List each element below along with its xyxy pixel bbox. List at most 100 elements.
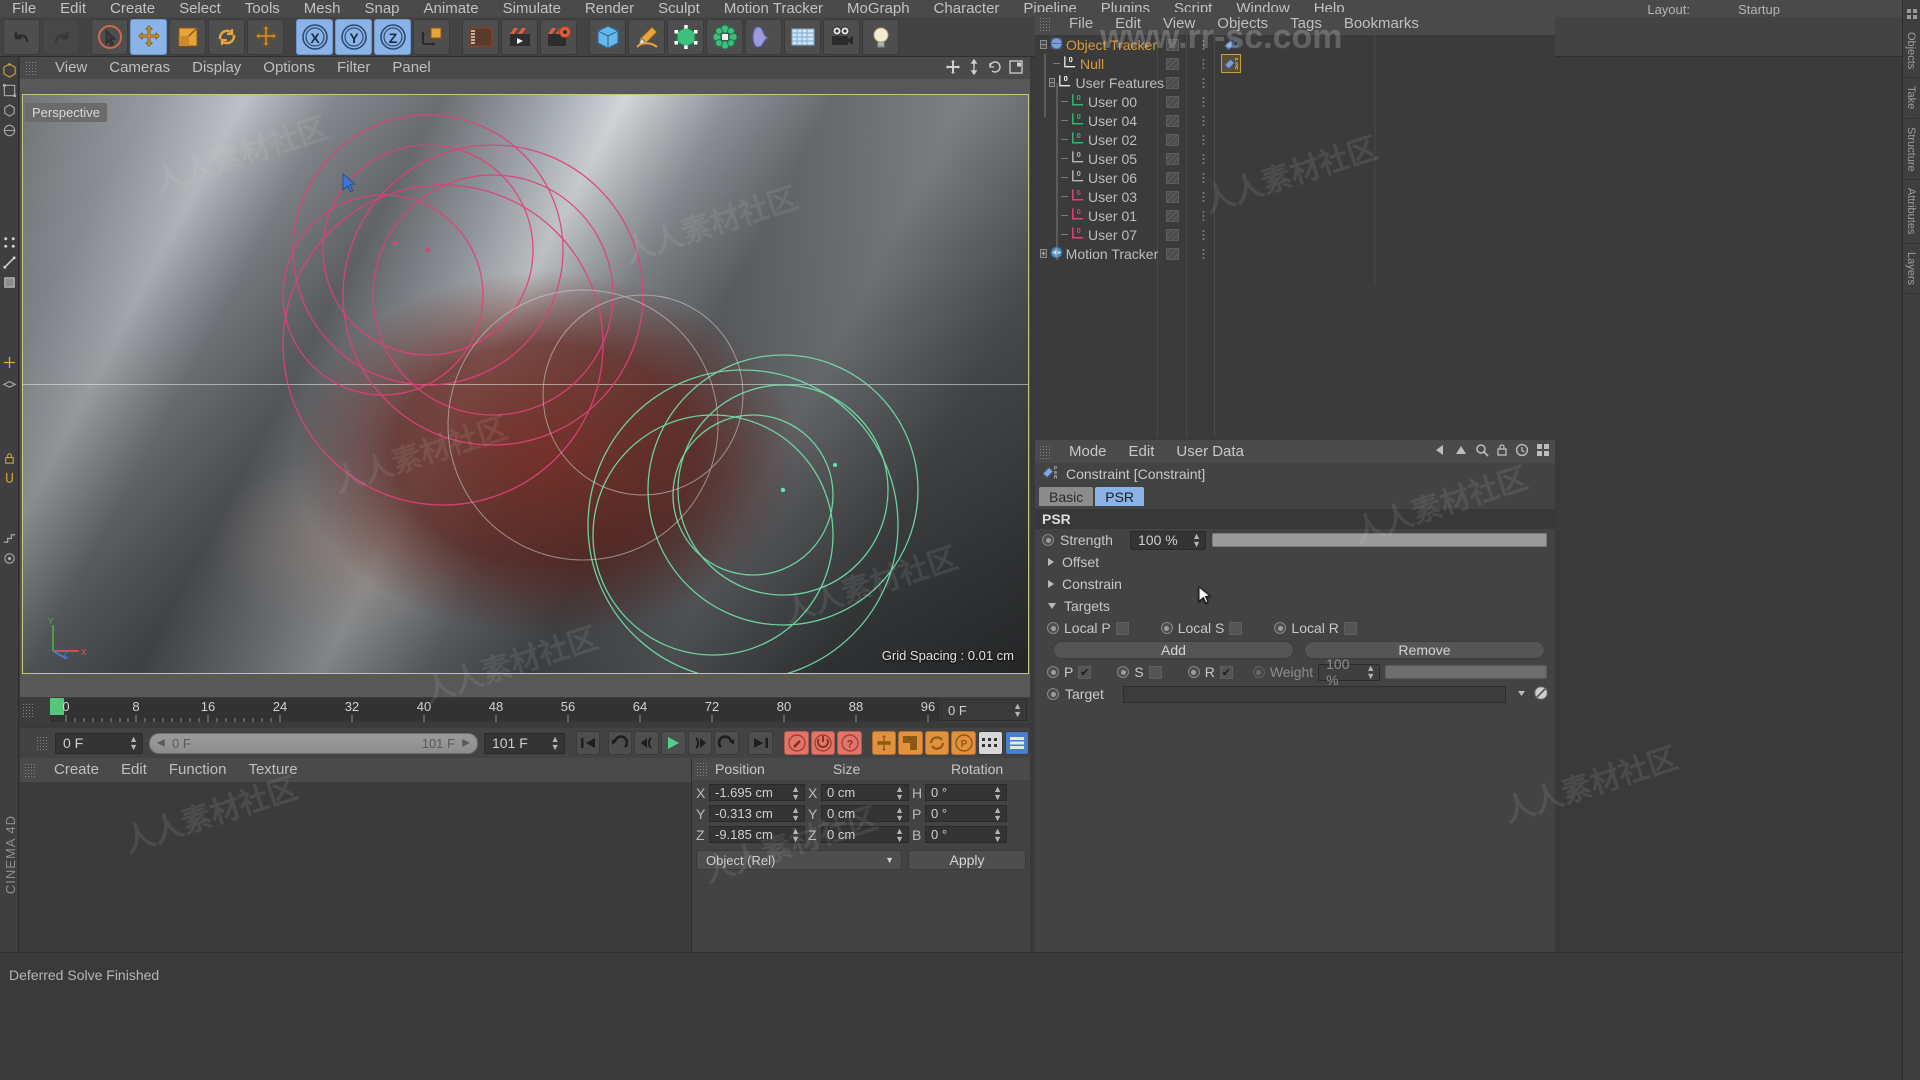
- viewport-move-icon[interactable]: [945, 59, 961, 79]
- rotation-input-p[interactable]: 0 ° ▲ ▼: [925, 805, 1007, 822]
- rotation-input-h[interactable]: 0 ° ▲ ▼: [925, 784, 1007, 801]
- play-button[interactable]: [660, 731, 686, 755]
- move-dup-icon[interactable]: [247, 18, 284, 55]
- menu-item-character[interactable]: Character: [922, 0, 1012, 17]
- viewport-menu-cameras[interactable]: Cameras: [98, 57, 181, 79]
- visibility-cell[interactable]: [1158, 206, 1186, 225]
- layer-dots-icon[interactable]: [1202, 152, 1205, 165]
- layer-dots-icon[interactable]: [1202, 95, 1205, 108]
- layer-dots-icon[interactable]: [1202, 57, 1205, 70]
- animation-layers-button[interactable]: [1004, 731, 1030, 755]
- right-tab-take[interactable]: Take: [1903, 78, 1919, 119]
- main-menu-bar[interactable]: File Edit Create Select Tools Mesh Snap …: [0, 0, 1920, 17]
- object-mode-icon[interactable]: [1, 101, 18, 120]
- menu-item-select[interactable]: Select: [167, 0, 233, 17]
- model-mode-icon[interactable]: [1, 81, 18, 100]
- record-active-objects-button[interactable]: [784, 731, 809, 755]
- menu-item-mograph[interactable]: MoGraph: [835, 0, 922, 17]
- coordinate-manager[interactable]: Position Size Rotation X -1.695 cm ▲ ▼ X …: [692, 758, 1030, 952]
- timeline-ruler[interactable]: 0 8 16 24 32 40 48 56 64 72 80 88 96: [50, 698, 940, 722]
- strength-spinner[interactable]: ▲ ▼: [1192, 532, 1201, 549]
- weight-input[interactable]: 100 % ▲ ▼: [1318, 656, 1381, 688]
- menu-item-create[interactable]: Create: [98, 0, 167, 17]
- render-region-icon[interactable]: [501, 18, 538, 55]
- layer-dots-icon[interactable]: [1202, 209, 1205, 222]
- local-r-checkbox[interactable]: [1343, 621, 1357, 635]
- render-settings-icon[interactable]: [540, 18, 577, 55]
- object-menu-tags[interactable]: Tags: [1279, 11, 1333, 37]
- attribute-menu-user-data[interactable]: User Data: [1165, 440, 1255, 463]
- object-row-motion-tracker[interactable]: + Motion Tracker: [1035, 244, 1158, 263]
- viewport-menu-filter[interactable]: Filter: [326, 57, 381, 79]
- tag-row[interactable]: PSR: [1215, 54, 1555, 73]
- toolbar-group-undo[interactable]: [2, 18, 80, 55]
- dots-cell[interactable]: [1187, 149, 1214, 168]
- object-row-object-tracker[interactable]: – Object Tracker: [1035, 35, 1157, 54]
- visibility-toggle-icon[interactable]: [1165, 209, 1179, 222]
- attribute-tab-strip[interactable]: Basic PSR: [1035, 485, 1555, 506]
- point-mode-icon[interactable]: [1, 233, 18, 252]
- layer-dots-icon[interactable]: [1202, 38, 1205, 51]
- group-targets[interactable]: Targets: [1035, 595, 1555, 617]
- object-row-user-03[interactable]: 0 User 03: [1035, 187, 1157, 206]
- dots-cell[interactable]: [1187, 187, 1214, 206]
- constraint-tag-icon[interactable]: [1221, 35, 1241, 54]
- layer-dots-icon[interactable]: [1202, 133, 1205, 146]
- dots-cell[interactable]: [1187, 244, 1214, 263]
- undo-icon[interactable]: [3, 18, 40, 55]
- array-icon[interactable]: [706, 18, 743, 55]
- chevron-right-icon[interactable]: [1048, 558, 1054, 566]
- apply-button[interactable]: Apply: [908, 850, 1026, 870]
- visibility-toggle-icon[interactable]: [1165, 95, 1179, 108]
- weight-slider[interactable]: [1385, 665, 1547, 679]
- object-menu-bookmarks[interactable]: Bookmarks: [1333, 11, 1430, 37]
- size-input-z[interactable]: 0 cm ▲ ▼: [821, 826, 909, 843]
- size-input-x[interactable]: 0 cm ▲ ▼: [821, 784, 909, 801]
- viewport-scale-icon[interactable]: [966, 58, 982, 79]
- local-s-radio-icon[interactable]: [1160, 622, 1173, 634]
- object-menu-objects[interactable]: Objects: [1206, 11, 1279, 37]
- object-row-user-features[interactable]: – 0 User Features: [1035, 73, 1164, 92]
- layer-dots-icon[interactable]: [1202, 171, 1205, 184]
- dots-cell[interactable]: [1187, 92, 1214, 111]
- menu-item-simulate[interactable]: Simulate: [491, 0, 573, 17]
- dots-cell[interactable]: [1187, 73, 1214, 92]
- visibility-cell[interactable]: [1158, 168, 1186, 187]
- position-input-x[interactable]: -1.695 cm ▲ ▼: [709, 784, 805, 801]
- object-tree-body[interactable]: – Object Tracker 0 Null – 0 User Feature…: [1035, 35, 1555, 437]
- r-checkbox[interactable]: ✔: [1219, 665, 1233, 679]
- timeline-gripper[interactable]: [22, 703, 34, 717]
- visibility-cell[interactable]: [1158, 225, 1186, 244]
- p-radio-icon[interactable]: [1047, 666, 1059, 678]
- object-row-user-06[interactable]: 0 User 06: [1035, 168, 1157, 187]
- go-to-previous-key-button[interactable]: [607, 731, 633, 755]
- menu-item-motion-tracker[interactable]: Motion Tracker: [712, 0, 835, 17]
- s-checkbox[interactable]: [1148, 665, 1162, 679]
- go-to-start-button[interactable]: [575, 731, 601, 755]
- current-frame-spinner[interactable]: ▲ ▼: [129, 735, 138, 752]
- point-level-anim-button[interactable]: [977, 731, 1003, 755]
- psr-toggle-row[interactable]: P ✔ S R ✔ Weight 100 % ▲ ▼: [1035, 656, 1555, 688]
- position-spinner-x[interactable]: ▲ ▼: [791, 784, 800, 801]
- coordinate-row-x[interactable]: X -1.695 cm ▲ ▼ X 0 cm ▲ ▼ H 0 ° ▲ ▼: [696, 783, 1026, 802]
- visibility-cell[interactable]: [1158, 54, 1186, 73]
- visibility-cell[interactable]: [1158, 149, 1186, 168]
- search-icon[interactable]: [1475, 443, 1489, 461]
- coordinate-gripper[interactable]: [696, 762, 708, 776]
- group-constrain[interactable]: Constrain: [1035, 573, 1555, 595]
- position-key-button[interactable]: [871, 731, 897, 755]
- material-manager[interactable]: Create Edit Function Texture: [20, 758, 692, 952]
- viewport-rotate-icon[interactable]: [987, 59, 1003, 79]
- pen-spline-icon[interactable]: [628, 18, 665, 55]
- enable-axis-icon[interactable]: [1, 353, 18, 372]
- generator-icon[interactable]: [667, 18, 704, 55]
- target-link-field[interactable]: [1123, 685, 1506, 703]
- tab-basic[interactable]: Basic: [1039, 487, 1094, 506]
- viewport-body[interactable]: Perspective Y X Z Grid Spacing: 0.01 cm: [20, 79, 1030, 697]
- go-to-previous-frame-button[interactable]: [634, 731, 659, 755]
- object-row-user-07[interactable]: 0 User 07: [1035, 225, 1157, 244]
- layer-dots-icon[interactable]: [1202, 190, 1205, 203]
- range-right-caret-icon[interactable]: ▶: [462, 738, 470, 749]
- local-transform-row[interactable]: Local P Local S Local R: [1035, 617, 1555, 639]
- texture-mode-icon[interactable]: [1, 121, 18, 140]
